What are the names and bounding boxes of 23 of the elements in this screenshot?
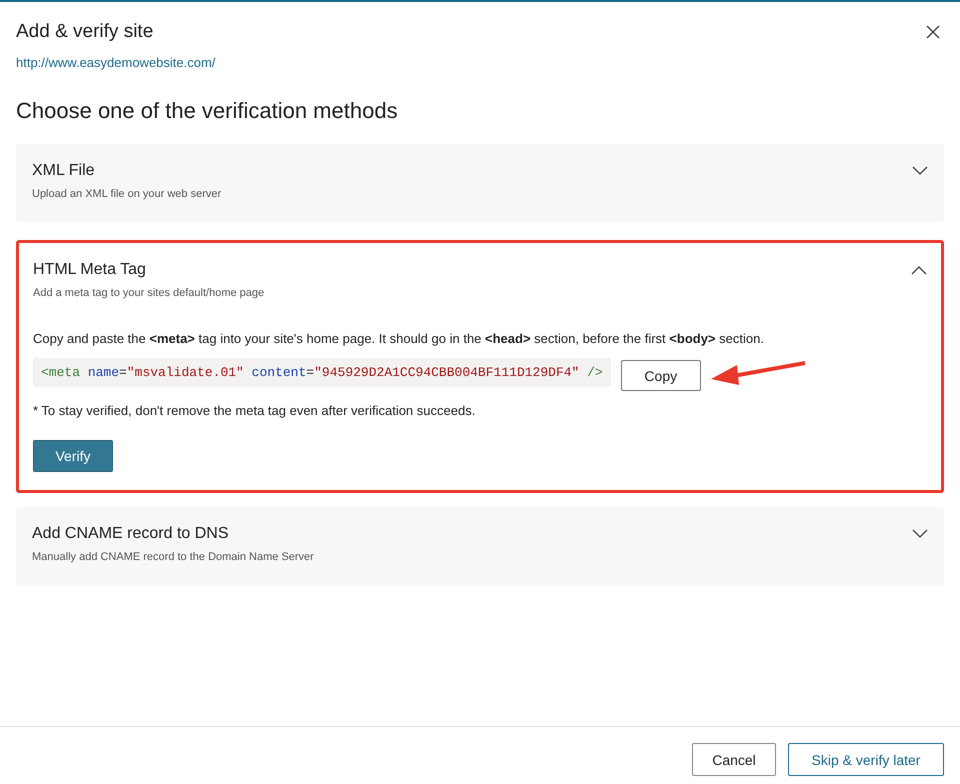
section-heading: Choose one of the verification methods — [16, 98, 398, 124]
chevron-icon[interactable] — [912, 529, 928, 539]
dialog-title: Add & verify site — [16, 21, 154, 43]
method-subtitle: Manually add CNAME record to the Domain Name Server — [32, 551, 314, 563]
close-icon[interactable] — [926, 25, 940, 39]
method-card[interactable]: Add CNAME record to DNS Manually add CNAME record to the Domain Name Server — [16, 507, 944, 585]
verify-button[interactable]: Verify — [33, 440, 113, 472]
method-title: XML File — [32, 162, 96, 180]
footer-button[interactable]: Skip & verify later — [788, 743, 944, 776]
method-title: HTML Meta Tag — [33, 261, 147, 279]
meta-tag-code: <meta name="msvalidate.01" content="945929D2A1CC94CBB004BF111D129DF4" /> — [33, 358, 611, 387]
note-text: * To stay verified, don't remove the meta tag even after verification succeeds. — [33, 403, 476, 418]
copy-button[interactable]: Copy — [620, 360, 701, 391]
method-subtitle: Add a meta tag to your sites default/home page — [33, 287, 264, 299]
method-card[interactable] — [16, 240, 944, 493]
chevron-icon[interactable] — [911, 265, 927, 275]
chevron-icon[interactable] — [912, 166, 928, 176]
method-subtitle: Upload an XML file on your web server — [32, 188, 222, 200]
method-title: Add CNAME record to DNS — [32, 525, 230, 543]
footer-button[interactable]: Cancel — [692, 743, 776, 776]
site-url-link[interactable]: http://www.easydemowebsite.com/ — [16, 55, 216, 70]
method-card[interactable]: XML File Upload an XML file on your web server — [16, 144, 944, 222]
instructions-text: Copy and paste the <meta> tag into your site's home page. It should go in the <head> section, before the first <body> section. — [33, 331, 764, 346]
